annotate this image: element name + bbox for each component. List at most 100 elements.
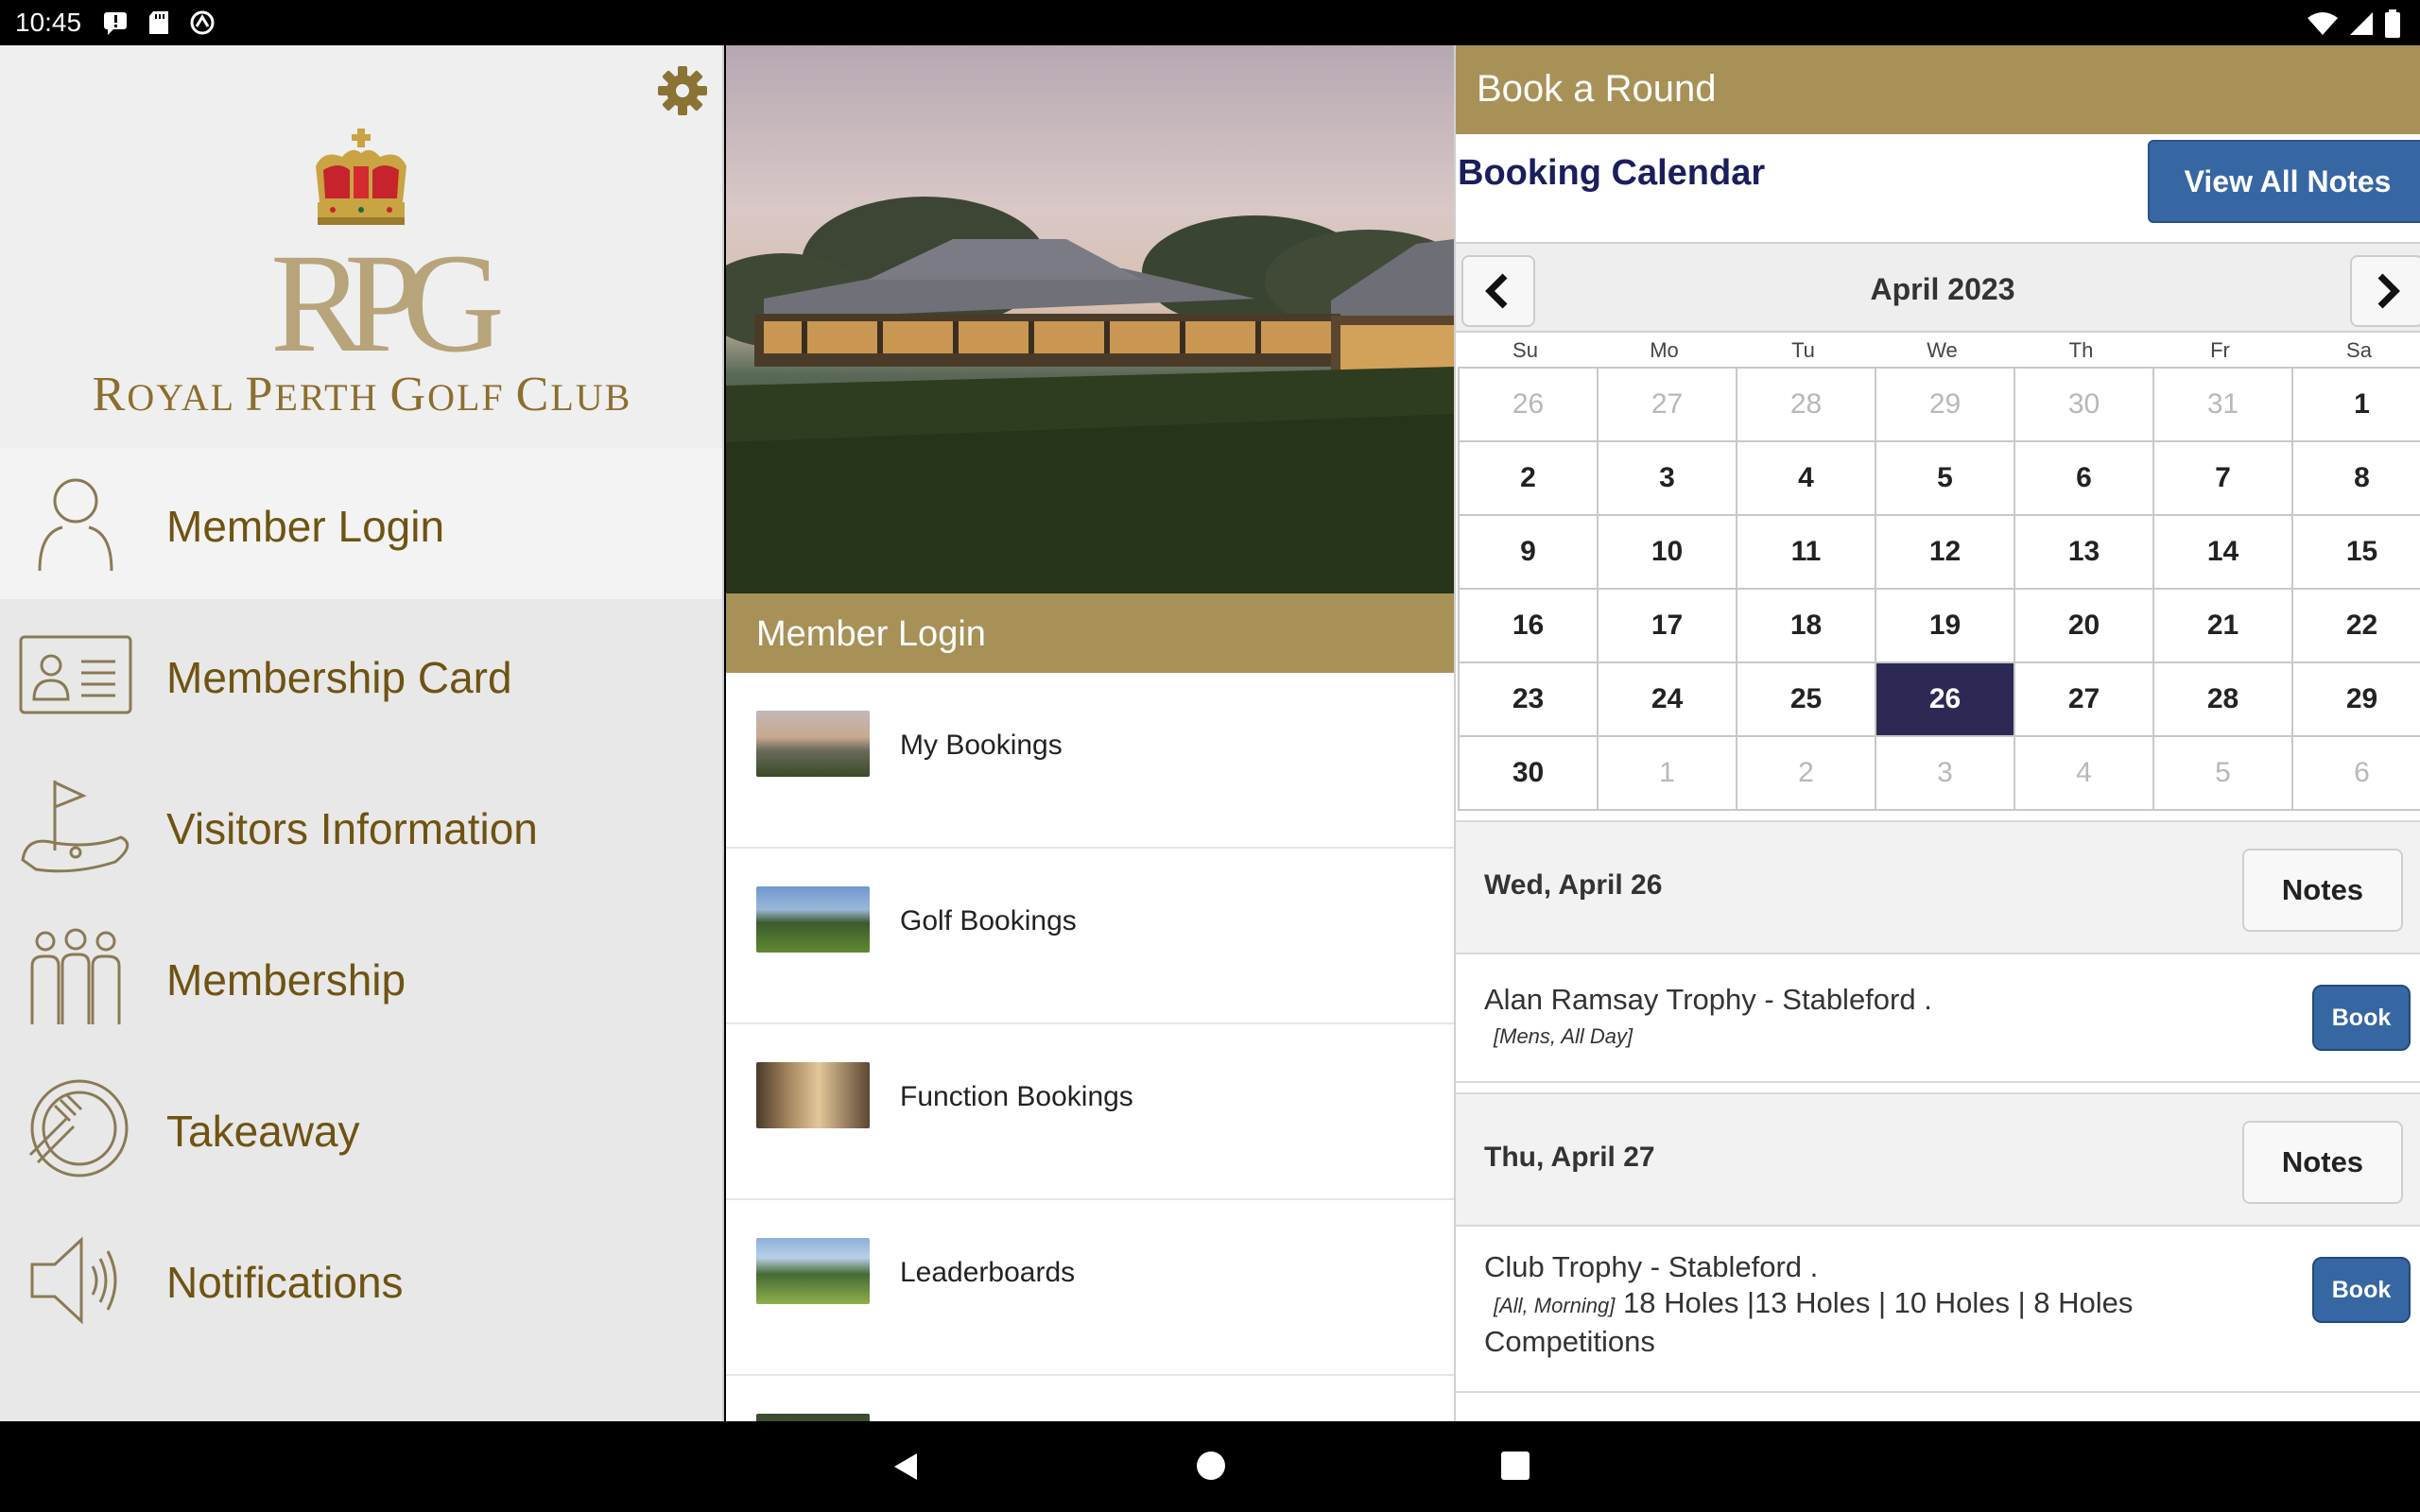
weekday-label: Tu — [1791, 338, 1815, 362]
calendar-day[interactable]: 7 — [2154, 442, 2293, 516]
member-login-pane: Member Login My Bookings Golf Bookings F… — [726, 45, 1454, 1421]
battery-icon — [2384, 9, 2401, 43]
list-item-label: Function Bookings — [900, 1081, 1133, 1112]
calendar-day[interactable]: 6 — [2015, 442, 2154, 516]
book-a-round-title: Book a Round — [1477, 68, 1717, 110]
calendar-day[interactable]: 1 — [2293, 369, 2420, 442]
calendar-day[interactable]: 14 — [2154, 516, 2293, 590]
booking-calendar-title: Booking Calendar — [1458, 153, 1766, 193]
book-a-round-header: Book a Round — [1456, 45, 2420, 134]
calendar-day[interactable]: 28 — [1737, 369, 1876, 442]
notes-button[interactable]: Notes — [2242, 849, 2403, 932]
calendar-day[interactable]: 19 — [1876, 590, 2015, 663]
club-name: ROYAL PERTH GOLF CLUB — [92, 368, 632, 421]
event-date-header: Wed, April 26 Notes — [1456, 820, 2420, 954]
calendar-day[interactable]: 27 — [2015, 663, 2154, 737]
calendar-day[interactable]: 22 — [2293, 590, 2420, 663]
calendar-day[interactable]: 4 — [2015, 737, 2154, 811]
member-login-title: Member Login — [756, 614, 986, 654]
list-item-label: Golf Bookings — [900, 905, 1077, 936]
calendar-day[interactable]: 6 — [2293, 737, 2420, 811]
list-item-my-bookings[interactable]: My Bookings — [726, 673, 1454, 849]
weekday-label: Th — [2068, 338, 2094, 362]
calendar-day[interactable]: 12 — [1876, 516, 2015, 590]
calendar-day[interactable]: 16 — [1460, 590, 1599, 663]
calendar-day[interactable]: 23 — [1460, 663, 1599, 737]
event-date-label: Wed, April 26 — [1484, 869, 1663, 901]
club-monogram: RPG — [270, 225, 505, 382]
leaderboards-thumbnail — [756, 1238, 870, 1304]
sidebar-item-label: Takeaway — [166, 1107, 360, 1156]
calendar-day[interactable]: 26 — [1460, 369, 1599, 442]
person-icon — [17, 472, 134, 575]
recents-icon[interactable] — [1499, 1450, 1531, 1486]
sidebar-item-member-login[interactable]: Member Login — [0, 448, 722, 599]
calendar-day[interactable]: 24 — [1599, 663, 1737, 737]
view-all-notes-button[interactable]: View All Notes — [2148, 140, 2420, 223]
event-title-text: Club Trophy - Stableford . — [1484, 1250, 1819, 1283]
book-button[interactable]: Book — [2312, 1257, 2411, 1323]
event-item: Alan Ramsay Trophy - Stableford . [Mens,… — [1456, 954, 2420, 1083]
calendar-day[interactable]: 3 — [1876, 737, 2015, 811]
calendar-day[interactable]: 29 — [1876, 369, 2015, 442]
calendar-day[interactable]: 4 — [1737, 442, 1876, 516]
calendar-day[interactable]: 13 — [2015, 516, 2154, 590]
calendar-day[interactable]: 28 — [2154, 663, 2293, 737]
message-alert-icon — [102, 9, 129, 36]
list-item-function-bookings[interactable]: Function Bookings — [726, 1024, 1454, 1200]
back-icon[interactable] — [889, 1450, 923, 1488]
sidebar-item-membership-card[interactable]: Membership Card — [0, 599, 722, 750]
signal-icon — [2348, 10, 2375, 42]
event-tag: [All, Morning] — [1494, 1294, 1616, 1317]
calendar-day[interactable]: 5 — [1876, 442, 2015, 516]
calendar-day[interactable]: 30 — [1460, 737, 1599, 811]
calendar-day[interactable]: 17 — [1599, 590, 1737, 663]
calendar-day[interactable]: 27 — [1599, 369, 1737, 442]
calendar-day[interactable]: 2 — [1460, 442, 1599, 516]
list-item-golf-bookings[interactable]: Golf Bookings — [726, 849, 1454, 1024]
next-month-button[interactable] — [2350, 255, 2420, 327]
golf-bookings-thumbnail — [756, 886, 870, 953]
calendar-day[interactable]: 30 — [2015, 369, 2154, 442]
notes-button[interactable]: Notes — [2242, 1121, 2403, 1204]
sidebar-item-takeaway[interactable]: Takeaway — [0, 1053, 722, 1204]
calendar-day[interactable]: 1 — [1599, 737, 1737, 811]
sidebar-item-membership[interactable]: Membership — [0, 902, 722, 1053]
chevron-right-icon — [2377, 273, 2400, 309]
calendar-day[interactable]: 8 — [2293, 442, 2420, 516]
list-item-leaderboards[interactable]: Leaderboards — [726, 1200, 1454, 1376]
calendar-day[interactable]: 18 — [1737, 590, 1876, 663]
event-tag: [Mens, All Day] — [1494, 1024, 1634, 1048]
calendar-day[interactable]: 10 — [1599, 516, 1737, 590]
calendar-day[interactable]: 9 — [1460, 516, 1599, 590]
book-button[interactable]: Book — [2312, 985, 2411, 1051]
list-item-partial[interactable] — [726, 1376, 1454, 1421]
weekday-label: Su — [1512, 338, 1538, 362]
system-navigation-bar — [0, 1421, 2420, 1512]
calendar-day[interactable]: 15 — [2293, 516, 2420, 590]
sidebar-item-label: Membership — [166, 955, 406, 1005]
clubhouse-hero-image — [726, 45, 1454, 593]
list-item-label: Leaderboards — [900, 1257, 1076, 1288]
sidebar-item-label: Visitors Information — [166, 804, 538, 853]
calendar-day[interactable]: 25 — [1737, 663, 1876, 737]
sidebar-item-visitors-information[interactable]: Visitors Information — [0, 750, 722, 902]
calendar-day[interactable]: 31 — [2154, 369, 2293, 442]
takeaway-icon — [17, 1077, 134, 1179]
calendar-day[interactable]: 5 — [2154, 737, 2293, 811]
calendar-day[interactable]: 21 — [2154, 590, 2293, 663]
weekday-label: Sa — [2346, 338, 2372, 362]
calendar-month-label: April 2023 — [1870, 272, 2015, 306]
calendar-day[interactable]: 3 — [1599, 442, 1737, 516]
settings-gear-icon[interactable] — [654, 62, 711, 119]
calendar-day[interactable]: 29 — [2293, 663, 2420, 737]
calendar-day[interactable]: 2 — [1737, 737, 1876, 811]
megaphone-icon — [17, 1228, 134, 1331]
wifi-icon — [2307, 10, 2339, 42]
home-icon[interactable] — [1195, 1450, 1227, 1486]
sidebar-item-notifications[interactable]: Notifications — [0, 1204, 722, 1355]
calendar-day[interactable]: 11 — [1737, 516, 1876, 590]
calendar-day-selected[interactable]: 26 — [1876, 663, 2015, 737]
calendar-day[interactable]: 20 — [2015, 590, 2154, 663]
sd-card-icon — [146, 9, 172, 36]
